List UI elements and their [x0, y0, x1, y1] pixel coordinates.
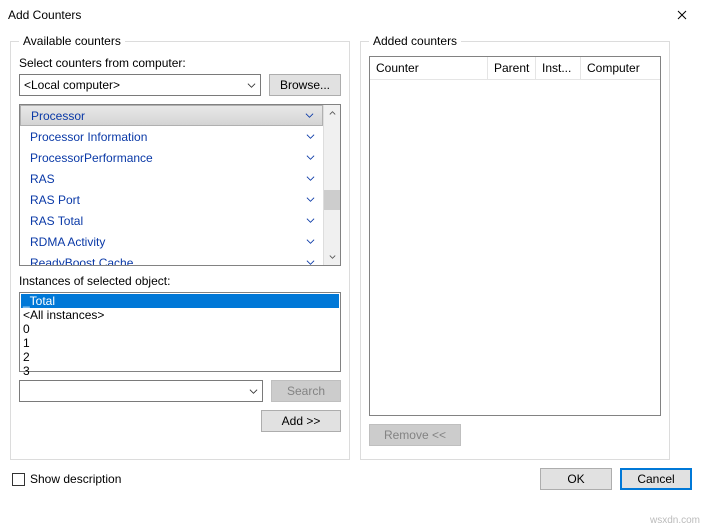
chevron-down-icon [306, 132, 315, 141]
instances-label: Instances of selected object: [19, 274, 341, 288]
scroll-up-icon[interactable] [324, 105, 340, 122]
window-title: Add Counters [8, 8, 659, 22]
counter-item[interactable]: RAS [20, 168, 323, 189]
ok-button[interactable]: OK [540, 468, 612, 490]
counter-item[interactable]: ReadyBoost Cache [20, 252, 323, 265]
counter-item[interactable]: Processor Information [20, 126, 323, 147]
counter-item[interactable]: RDMA Activity [20, 231, 323, 252]
add-button[interactable]: Add >> [261, 410, 341, 432]
search-button[interactable]: Search [271, 380, 341, 402]
counter-item[interactable]: ProcessorPerformance [20, 147, 323, 168]
counter-item[interactable]: RAS Total [20, 210, 323, 231]
available-counters-group: Available counters Select counters from … [10, 34, 350, 460]
chevron-down-icon [306, 258, 315, 265]
instances-list[interactable]: _Total<All instances>0123 [19, 292, 341, 372]
remove-button[interactable]: Remove << [369, 424, 461, 446]
counter-item[interactable]: Processor [20, 105, 323, 126]
close-button[interactable] [659, 0, 704, 30]
computer-label: Select counters from computer: [19, 56, 341, 70]
computer-combo[interactable]: <Local computer> [19, 74, 261, 96]
col-parent[interactable]: Parent [488, 57, 536, 80]
computer-value: <Local computer> [24, 78, 120, 92]
chevron-down-icon [306, 216, 315, 225]
scrollbar[interactable] [323, 105, 340, 265]
show-description-label: Show description [30, 472, 121, 486]
search-combo[interactable] [19, 380, 263, 402]
instance-item[interactable]: <All instances> [21, 308, 339, 322]
browse-button[interactable]: Browse... [269, 74, 341, 96]
chevron-down-icon [306, 195, 315, 204]
instance-item[interactable]: _Total [21, 294, 339, 308]
cancel-button[interactable]: Cancel [620, 468, 692, 490]
chevron-down-icon [247, 81, 256, 90]
chevron-down-icon [249, 387, 258, 396]
instance-item[interactable]: 1 [21, 336, 339, 350]
chevron-down-icon [306, 237, 315, 246]
chevron-down-icon [306, 174, 315, 183]
col-computer[interactable]: Computer [581, 57, 660, 80]
chevron-down-icon [306, 153, 315, 162]
instance-item[interactable]: 2 [21, 350, 339, 364]
added-legend: Added counters [369, 34, 461, 48]
added-table[interactable]: Counter Parent Inst... Computer [369, 56, 661, 416]
scroll-thumb[interactable] [324, 190, 340, 210]
show-description-checkbox[interactable]: Show description [12, 472, 121, 486]
instance-item[interactable]: 3 [21, 364, 339, 378]
counter-list[interactable]: ProcessorProcessor InformationProcessorP… [20, 105, 323, 265]
added-counters-group: Added counters Counter Parent Inst... Co… [360, 34, 670, 460]
watermark: wsxdn.com [650, 515, 700, 526]
instance-item[interactable]: 0 [21, 322, 339, 336]
scroll-down-icon[interactable] [324, 248, 340, 265]
available-legend: Available counters [19, 34, 125, 48]
counter-item[interactable]: RAS Port [20, 189, 323, 210]
col-instance[interactable]: Inst... [536, 57, 581, 80]
chevron-down-icon [305, 111, 314, 120]
col-counter[interactable]: Counter [370, 57, 488, 80]
